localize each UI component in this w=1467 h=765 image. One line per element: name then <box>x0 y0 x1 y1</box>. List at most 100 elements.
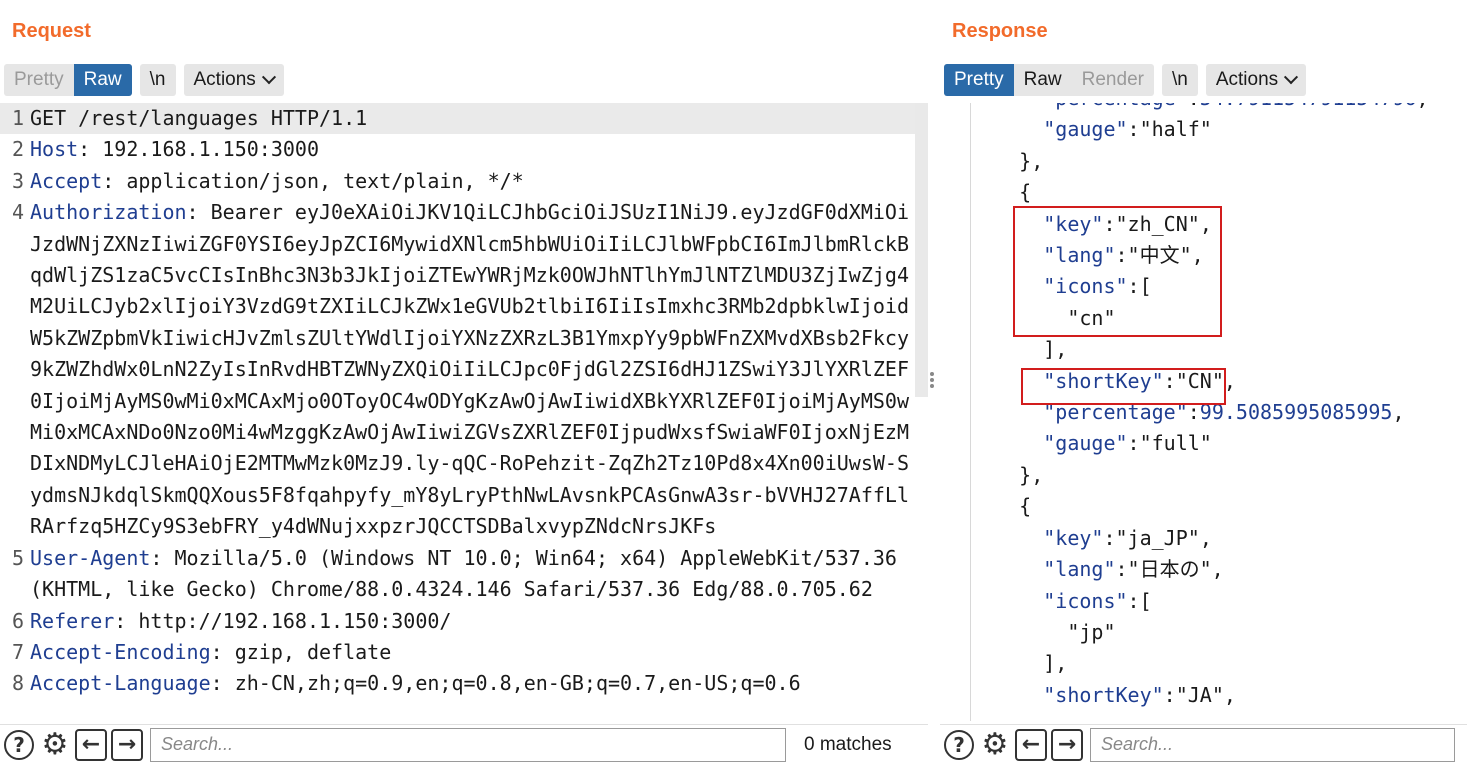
response-line: "jp" <box>971 617 1467 648</box>
response-pane: Response Pretty Raw Render \n Actions "p… <box>940 0 1467 765</box>
json-key: "icons" <box>1043 588 1128 613</box>
response-view-tabs: Pretty Raw Render <box>944 64 1154 96</box>
json-separator: : <box>1127 588 1140 613</box>
request-pane: Request Pretty Raw \n Actions 1 GET /rest… <box>0 0 928 765</box>
line-number: 2 <box>11 137 24 162</box>
response-next-match-button[interactable]: → <box>1050 728 1084 762</box>
response-editor[interactable]: "percentage":54.791154791154796, "gauge"… <box>970 103 1467 721</box>
header-name: Accept-Language <box>30 671 211 696</box>
request-view-tabs: Pretty Raw <box>4 64 132 96</box>
request-match-count: 0 matches <box>804 733 892 755</box>
response-actions-label: Actions <box>1215 69 1279 90</box>
request-line: 4 Authorization: Bearer eyJ0eXAiOiJKV1QiL… <box>0 197 915 542</box>
request-search-input[interactable] <box>151 728 785 761</box>
line-content: GET /rest/languages HTTP/1.1 <box>30 103 915 134</box>
request-scrollbar[interactable] <box>915 103 928 397</box>
json-separator: : <box>1127 117 1140 142</box>
response-line: { <box>971 491 1467 522</box>
line-number: 6 <box>11 608 24 633</box>
request-prev-match-button[interactable]: ← <box>74 728 108 762</box>
json-value: ], <box>1043 337 1068 362</box>
response-help-button[interactable]: ? <box>942 728 976 762</box>
json-value: { <box>1019 494 1032 519</box>
header-value: : http://192.168.1.150:3000/ <box>114 608 452 633</box>
response-line: "percentage":54.791154791154796, <box>971 103 1467 114</box>
pane-splitter-handle[interactable] <box>929 370 935 394</box>
response-actions-button[interactable]: Actions <box>1205 64 1307 96</box>
request-line: 3 Accept: application/json, text/plain, *… <box>0 166 915 197</box>
json-value: "half" <box>1139 117 1212 142</box>
json-key: "gauge" <box>1043 117 1128 142</box>
request-editor[interactable]: 1 GET /rest/languages HTTP/1.1 2 Host: 192.… <box>0 103 915 721</box>
line-content: Accept: application/json, text/plain, */… <box>30 166 915 197</box>
response-line: "gauge":"full" <box>971 428 1467 459</box>
request-settings-button[interactable]: ⚙ <box>38 728 72 762</box>
response-prev-match-button[interactable]: ← <box>1014 728 1048 762</box>
request-tab-pretty[interactable]: Pretty <box>4 64 74 96</box>
json-value: 54.791154791154796 <box>1200 103 1417 110</box>
response-line: "shortKey":"JA", <box>971 680 1467 711</box>
response-search-field <box>1090 727 1455 762</box>
header-name: User-Agent <box>30 545 151 570</box>
request-search-field <box>150 727 786 762</box>
request-newline-toggle[interactable]: \n <box>139 64 176 96</box>
response-line: }, <box>971 460 1467 491</box>
json-punctuation: , <box>1199 525 1212 550</box>
json-punctuation: , <box>1223 682 1236 707</box>
request-next-match-button[interactable]: → <box>110 728 144 762</box>
json-value: 99.5085995085995 <box>1199 400 1393 425</box>
request-help-button[interactable]: ? <box>2 728 36 762</box>
header-value: : gzip, deflate <box>210 639 392 664</box>
response-newline-toggle[interactable]: \n <box>1161 64 1198 96</box>
response-tab-render[interactable]: Render <box>1072 64 1154 96</box>
json-punctuation: , <box>1392 400 1405 425</box>
json-key: "percentage" <box>1043 103 1188 110</box>
header-value: GET /rest/languages HTTP/1.1 <box>30 106 368 130</box>
response-line: "gauge":"half" <box>971 114 1467 145</box>
header-name: Accept-Encoding <box>30 639 211 664</box>
json-punctuation: , <box>1417 103 1429 110</box>
gear-icon: ⚙ <box>41 726 69 762</box>
request-actions-button[interactable]: Actions <box>183 64 284 96</box>
header-value: : Mozilla/5.0 (Windows NT 10.0; Win64; x… <box>30 545 910 602</box>
header-name: Accept <box>30 168 103 193</box>
request-actions-label: Actions <box>193 69 256 90</box>
response-line: ], <box>971 648 1467 679</box>
request-line: 6 Referer: http://192.168.1.150:3000/ <box>0 606 915 637</box>
help-icon: ? <box>4 729 34 760</box>
line-content: Accept-Encoding: gzip, deflate <box>30 637 915 668</box>
response-tab-pretty[interactable]: Pretty <box>944 64 1014 96</box>
request-title: Request <box>12 20 91 42</box>
highlight-box-language-entry <box>1013 206 1222 337</box>
line-number: 4 <box>11 200 24 225</box>
json-punctuation: , <box>1211 557 1224 582</box>
json-key: "key" <box>1043 525 1104 550</box>
response-toolbar: Pretty Raw Render \n Actions <box>944 63 1307 97</box>
request-toolbar: Pretty Raw \n Actions <box>4 63 284 97</box>
response-line: "key":"ja_JP", <box>971 523 1467 554</box>
line-content: Referer: http://192.168.1.150:3000/ <box>30 606 915 637</box>
line-number: 8 <box>11 671 24 696</box>
response-settings-button[interactable]: ⚙ <box>978 728 1012 762</box>
response-search-input[interactable] <box>1091 728 1454 761</box>
request-search-bar: ? ⚙ ← → 0 matches <box>0 724 928 764</box>
json-value: [ <box>1139 588 1152 613</box>
request-tab-raw[interactable]: Raw <box>73 64 132 96</box>
arrow-right-icon: → <box>1051 728 1083 761</box>
response-tab-raw[interactable]: Raw <box>1014 64 1072 96</box>
json-separator: : <box>1163 682 1176 707</box>
line-content: Accept-Language: zh-CN,zh;q=0.9,en;q=0.8… <box>30 668 915 699</box>
arrow-right-icon: → <box>111 728 143 761</box>
arrow-left-icon: ← <box>1015 728 1047 761</box>
arrow-left-icon: ← <box>75 728 107 761</box>
line-content: Host: 192.168.1.150:3000 <box>30 134 915 165</box>
